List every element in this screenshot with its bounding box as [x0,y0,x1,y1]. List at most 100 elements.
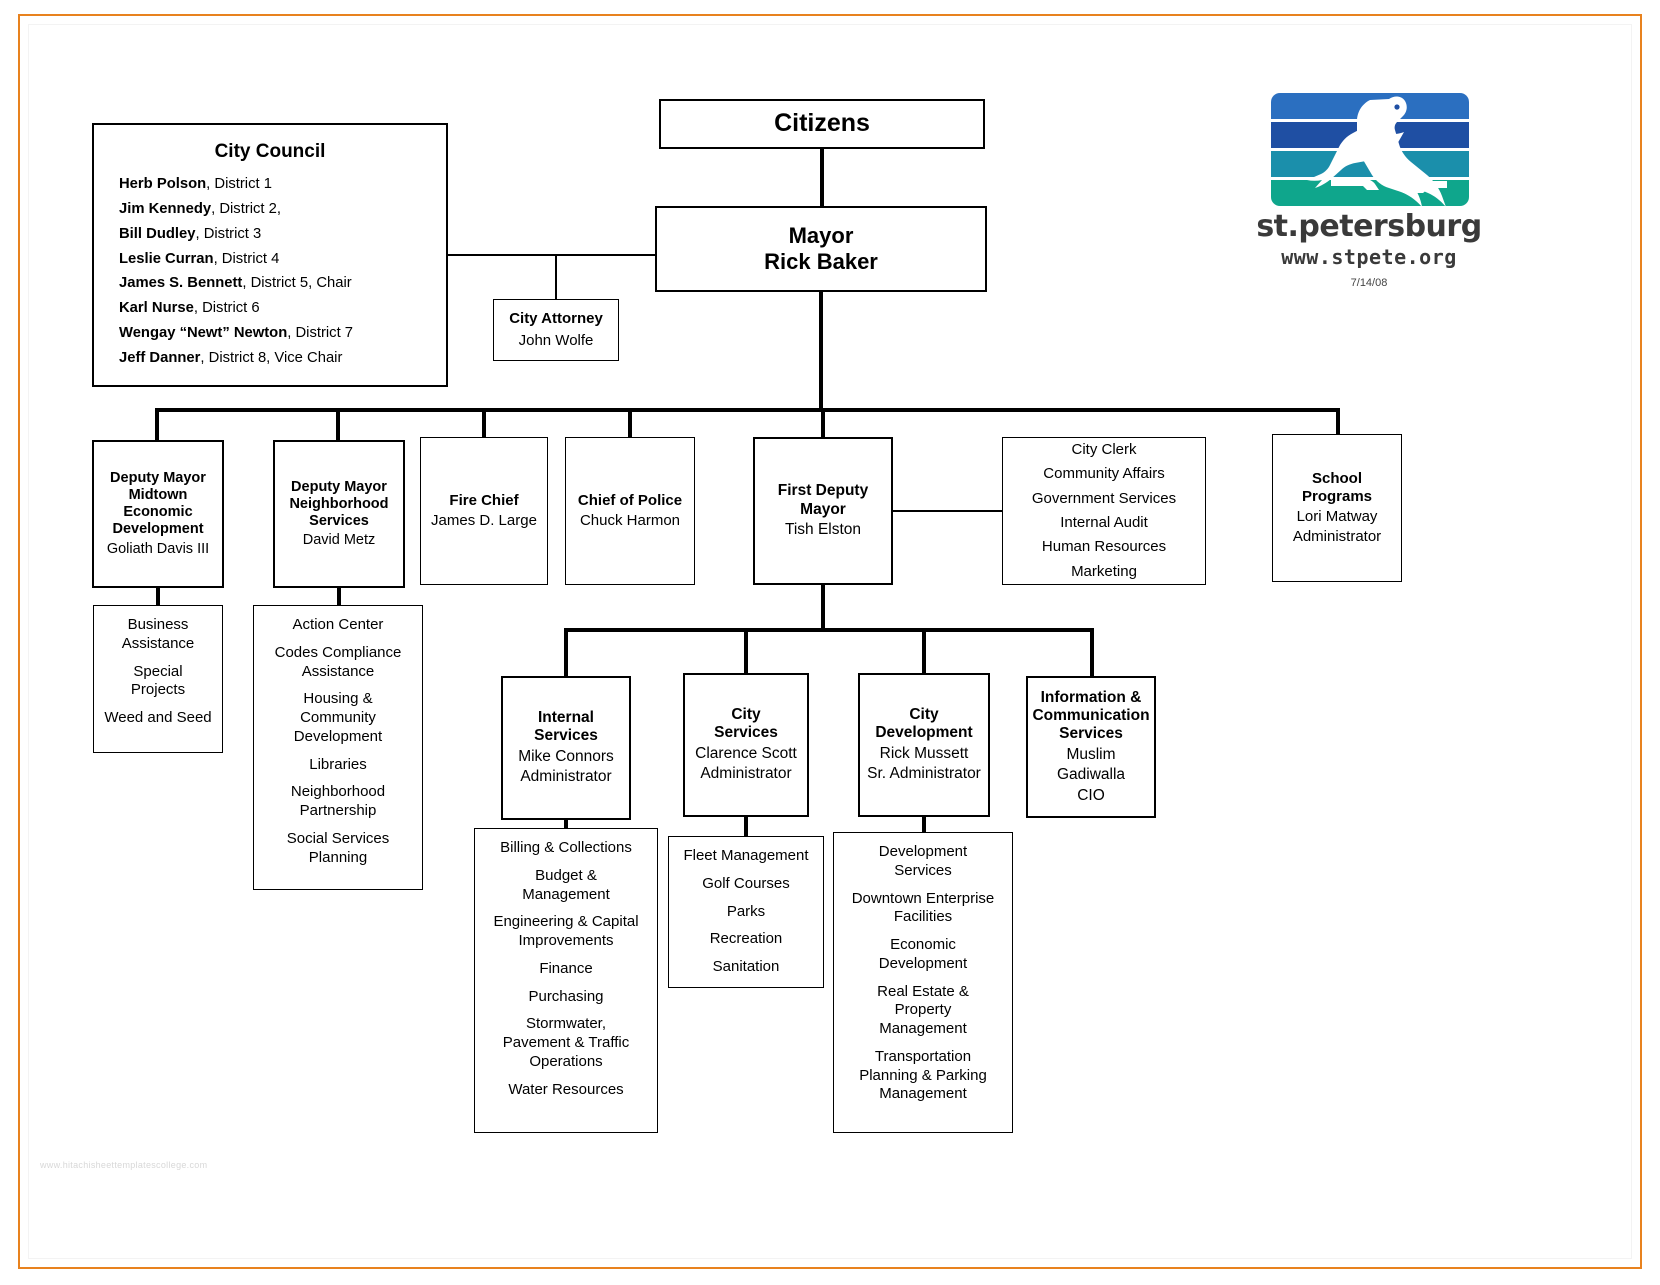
node-information-communication-services[interactable]: Information & Communication Services Mus… [1026,676,1156,818]
connector-drop-fire [482,408,486,437]
node-internal-services-departments[interactable]: Billing & Collections Budget & Management E… [474,828,658,1133]
connector-firstdeputy-subbus [821,585,825,630]
node-neighborhood-programs[interactable]: Action Center Codes Compliance Assistance H… [253,605,423,890]
connector-nbhd-programs [337,588,341,606]
node-mayor[interactable]: Mayor Rick Baker [655,206,987,292]
council-member-district: , District 4 [213,250,280,267]
node-city-development-departments[interactable]: Development Services Downtown Enterprise Fa… [833,832,1013,1133]
city-council-title: City Council [214,141,326,162]
list-item: Special Projects [130,662,186,699]
dm-nbhd-line3: Services [309,512,369,529]
council-member-district: , District 2, [211,200,281,217]
school-role: Administrator [1292,527,1382,545]
list-item: Water Resources [508,1080,624,1098]
citydev-line2: Development [875,724,973,742]
node-internal-services[interactable]: Internal Services Mike Connors Administr… [501,676,631,820]
ics-surname: Gadiwalla [1056,766,1126,784]
city-council-member: James S. Bennett, District 5, Chair [119,271,446,296]
node-first-deputy-mayor[interactable]: First Deputy Mayor Tish Elston [753,437,893,585]
list-item: City Clerk [1071,441,1137,459]
connector-council-mayor [448,254,655,256]
chart-date: 7/14/08 [1350,277,1388,289]
list-item: Economic Development [878,936,968,972]
node-city-council[interactable]: City Council Herb Polson, District 1 Jim … [92,123,448,387]
node-clerk-group[interactable]: City Clerk Community Affairs Government Se… [1002,437,1206,585]
city-council-member: Jeff Danner, District 8, Vice Chair [119,346,446,371]
dm-midtown-line1: Deputy Mayor [110,470,206,487]
council-member-name: Wengay “Newt” Newton [119,325,288,342]
midtown-programs-list: Business Assistance Special Projects Weed an… [100,616,216,728]
citydev-role: Sr. Administrator [867,765,981,783]
connector-drop-citydev [922,628,926,673]
list-item: Weed and Seed [104,709,212,726]
ics-line2: Communication [1032,706,1150,724]
list-item: Downtown Enterprise Facilities [851,889,995,926]
council-member-district: , District 3 [195,225,262,242]
city-council-member: Karl Nurse, District 6 [119,296,446,321]
list-item: Budget & Management [522,866,610,903]
connector-drop-first-deputy [821,408,825,437]
node-school-programs[interactable]: School Programs Lori Matway Administrato… [1272,434,1402,582]
neighborhood-programs-list: Action Center Codes Compliance Assistance H… [260,616,416,867]
connector-midtown-programs [156,588,160,606]
logo-website-url: www.stpete.org [1281,245,1457,269]
council-member-district: , District 6 [193,300,260,317]
chief-police-title: Chief of Police [577,492,683,510]
citydev-line1: City [909,706,939,724]
dm-nbhd-line2: Neighborhood [289,495,389,512]
list-item: Billing & Collections [500,839,632,856]
node-city-services-departments[interactable]: Fleet Management Golf Courses Parks Recreat… [668,836,824,988]
list-item: Finance [539,959,593,977]
city-council-member: Jim Kennedy, District 2, [119,197,446,222]
ics-role: CIO [1077,786,1105,804]
dm-nbhd-name: David Metz [302,531,376,548]
internal-name: Mike Connors [518,747,614,765]
connector-drop-police [628,408,632,437]
dm-midtown-line4: Development [112,521,204,538]
connector-drop-midtown [155,408,159,440]
connector-citizens-mayor [820,149,824,206]
node-midtown-programs[interactable]: Business Assistance Special Projects Weed an… [93,605,223,753]
council-member-district: , District 8, Vice Chair [200,349,343,366]
list-item: Marketing [1071,562,1137,580]
node-deputy-mayor-neighborhood[interactable]: Deputy Mayor Neighborhood Services David… [273,440,405,588]
city-development-department-list: Development Services Downtown Enterprise Fa… [840,843,1006,1104]
connector-mayor-bus [819,292,823,411]
list-item: Housing & Community Development [293,690,383,745]
node-deputy-mayor-midtown[interactable]: Deputy Mayor Midtown Economic Developmen… [92,440,224,588]
cityservices-line2: Services [714,724,778,742]
node-chief-of-police[interactable]: Chief of Police Chuck Harmon [565,437,695,585]
internal-line2: Services [534,727,598,745]
list-item: Transportation Planning & Parking Manageme… [859,1047,987,1103]
citizens-label: Citizens [774,109,870,138]
list-item: Fleet Management [683,847,809,864]
first-deputy-line1: First Deputy [777,482,869,500]
connector-drop-neighborhood [336,408,340,440]
connector-attorney-drop [555,254,557,299]
ics-line1: Information & [1040,688,1142,706]
first-deputy-name: Tish Elston [784,520,862,538]
list-item: Recreation [709,930,783,948]
node-fire-chief[interactable]: Fire Chief James D. Large [420,437,548,585]
school-line1: School [1311,470,1362,488]
council-member-name: Leslie Curran [119,250,214,267]
mayor-name: Rick Baker [764,249,878,274]
list-item: Golf Courses [702,874,790,892]
ics-name: Muslim [1066,745,1116,763]
chief-police-name: Chuck Harmon [579,511,681,529]
dm-nbhd-line1: Deputy Mayor [291,478,387,495]
node-city-attorney[interactable]: City Attorney John Wolfe [493,299,619,361]
watermark-text: www.hitachisheettemplatescollege.com [40,1160,208,1170]
node-city-services[interactable]: City Services Clarence Scott Administrat… [683,673,809,817]
ics-line3: Services [1059,725,1123,743]
city-council-member: Bill Dudley, District 3 [119,222,446,247]
council-member-district: , District 5, Chair [242,275,352,292]
internal-role: Administrator [520,768,612,786]
node-citizens[interactable]: Citizens [659,99,985,149]
node-city-development[interactable]: City Development Rick Mussett Sr. Admini… [858,673,990,817]
list-item: Stormwater, Pavement & Traffic Operations [502,1015,630,1070]
fire-chief-name: James D. Large [431,511,537,529]
list-item: Human Resources [1041,538,1167,556]
dm-midtown-line2: Midtown [128,487,188,504]
first-deputy-line2: Mayor [800,500,846,518]
